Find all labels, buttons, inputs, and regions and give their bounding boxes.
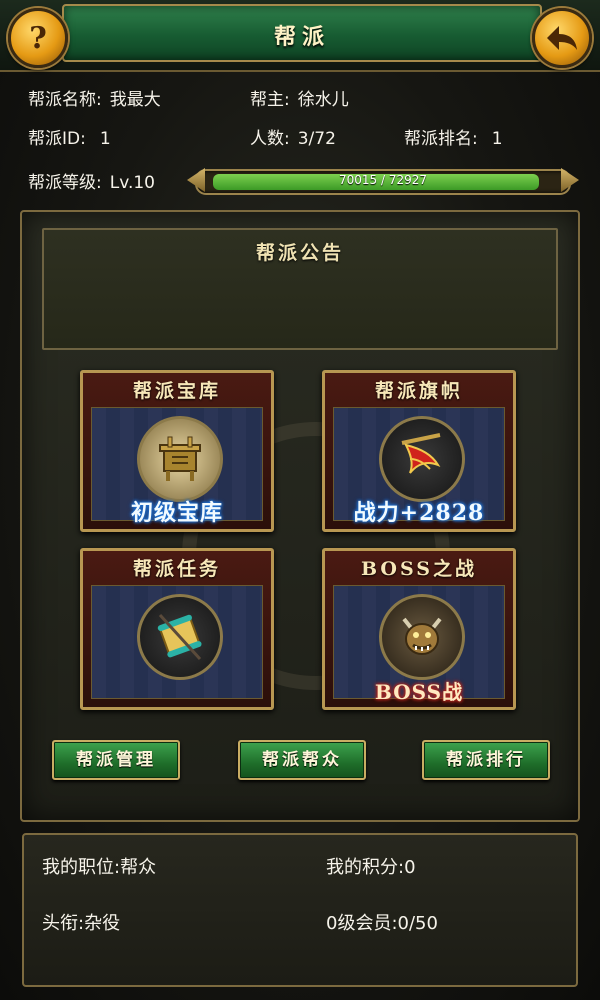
banner-flag-icon — [379, 416, 465, 502]
card-title: 帮派旗帜 — [374, 380, 463, 402]
card-title: 帮派宝库 — [132, 380, 221, 402]
exp-bar-text: 70015 / 72927 — [338, 173, 428, 187]
guild-rank-row: 帮派排名: 1 — [404, 124, 503, 149]
top-bar: 帮派 ? — [0, 0, 600, 72]
treasury-level-caption: 初级宝库 — [130, 500, 223, 526]
guild-leader-row: 帮主: 徐水儿 — [250, 85, 349, 110]
title-plate: 帮派 — [62, 4, 542, 62]
scroll-task-icon — [137, 594, 223, 680]
notice-title: 帮派公告 — [255, 242, 344, 264]
guild-members-row: 人数: 3/72 — [250, 124, 336, 149]
membership-text: 0级会员:0/50 — [326, 913, 438, 934]
card-title: 帮派任务 — [132, 558, 221, 580]
guild-manage-button[interactable]: 帮派管理 — [52, 740, 180, 780]
guild-rank-value: 1 — [491, 129, 503, 149]
guild-members-button[interactable]: 帮派帮众 — [238, 740, 366, 780]
guild-name-row: 帮派名称: 我最大 — [28, 85, 161, 110]
guild-rank-label: 帮派排名: — [404, 129, 478, 149]
guild-notice-board[interactable]: 帮派公告 — [42, 228, 558, 350]
boss-monster-icon — [379, 594, 465, 680]
my-points-text: 我的积分:0 — [326, 857, 416, 878]
guild-id-label: 帮派ID: — [28, 129, 86, 149]
question-mark-icon: ? — [29, 20, 47, 56]
card-title: BOSS之战 — [361, 558, 477, 580]
guild-id-row: 帮派ID: 1 — [28, 124, 111, 149]
guild-level-label: 帮派等级: — [28, 173, 102, 193]
back-button[interactable] — [532, 8, 592, 68]
guild-members-value: 3/72 — [297, 129, 336, 149]
guild-name-value: 我最大 — [109, 90, 161, 110]
guild-leader-value: 徐水儿 — [297, 90, 349, 110]
my-title-text: 头衔:杂役 — [42, 913, 121, 934]
guild-task-card[interactable]: 帮派任务 — [80, 548, 274, 710]
guild-id-value: 1 — [99, 129, 111, 149]
guild-treasury-card[interactable]: 帮派宝库 初级宝库 — [80, 370, 274, 532]
card-body — [91, 585, 263, 699]
my-position-text: 我的职位:帮众 — [42, 857, 157, 878]
banner-power-caption: 战力+2828 — [353, 500, 485, 526]
guild-leader-label: 帮主: — [250, 90, 290, 110]
guild-level-row: 帮派等级: Lv.10 — [28, 168, 155, 193]
guild-exp-bar: 70015 / 72927 — [187, 168, 571, 195]
guild-boss-card[interactable]: BOSS之战 BOSS战 — [322, 548, 516, 710]
guild-name-label: 帮派名称: — [28, 90, 102, 110]
treasure-cauldron-icon — [137, 416, 223, 502]
guild-banner-card[interactable]: 帮派旗帜 战力+2828 — [322, 370, 516, 532]
page-title: 帮派 — [273, 24, 330, 50]
guild-ranking-button[interactable]: 帮派排行 — [422, 740, 550, 780]
my-status-panel: 我的职位:帮众 我的积分:0 头衔:杂役 0级会员:0/50 — [22, 833, 578, 987]
guild-members-label: 人数: — [250, 129, 290, 149]
guild-level-value: Lv.10 — [109, 173, 155, 193]
guild-main-panel: 帮派公告 帮派宝库 初级宝库 帮派旗帜 战力+2828 帮派任务 BOSS之战 … — [20, 210, 580, 822]
help-button[interactable]: ? — [8, 8, 68, 68]
boss-battle-caption: BOSS战 — [374, 680, 464, 704]
back-arrow-icon — [547, 26, 577, 50]
